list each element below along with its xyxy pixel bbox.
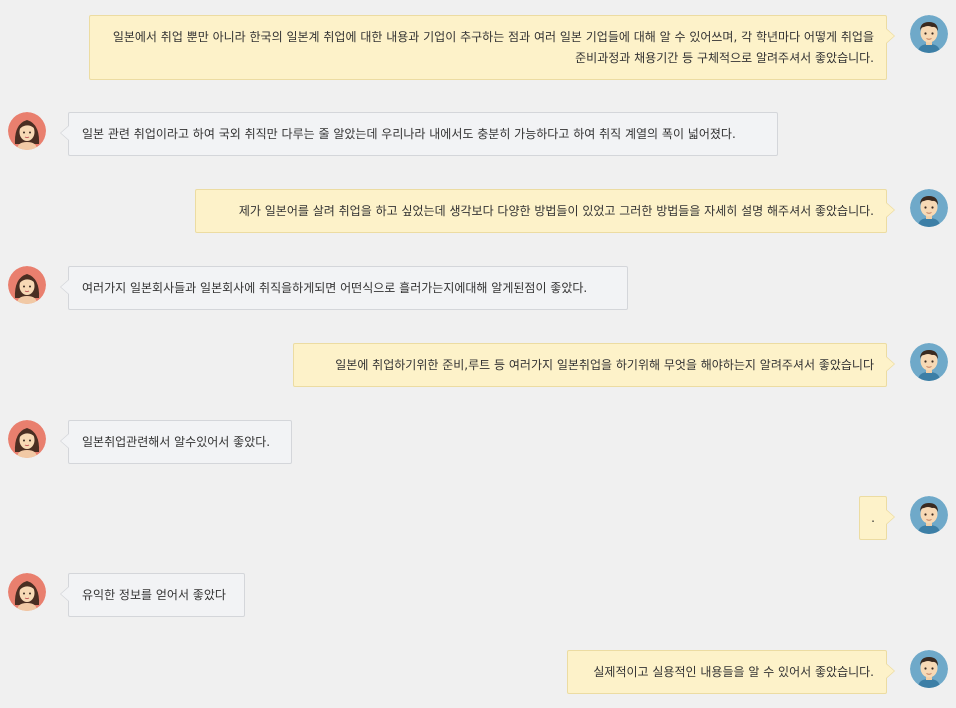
message-row-sent: 일본에서 취업 뿐만 아니라 한국의 일본계 취업에 대한 내용과 기업이 추구… bbox=[0, 15, 956, 80]
female-avatar-icon bbox=[8, 112, 46, 150]
female-avatar-icon bbox=[8, 420, 46, 458]
message-text: . bbox=[871, 511, 875, 525]
message-row-received: 일본 관련 취업이라고 하여 국외 취직만 다루는 줄 알았는데 우리나라 내에… bbox=[0, 112, 956, 156]
male-avatar-icon bbox=[910, 496, 948, 534]
message-row-sent: 실제적이고 실용적인 내용들을 알 수 있어서 좋았습니다. bbox=[0, 650, 956, 694]
message-bubble-received: 일본취업관련해서 알수있어서 좋았다. bbox=[60, 420, 292, 464]
message-text: 실제적이고 실용적인 내용들을 알 수 있어서 좋았습니다. bbox=[593, 665, 874, 679]
message-bubble-received: 여러가지 일본회사들과 일본회사에 취직을하게되면 어떤식으로 흘러가는지에대해… bbox=[60, 266, 628, 310]
message-text: 일본 관련 취업이라고 하여 국외 취직만 다루는 줄 알았는데 우리나라 내에… bbox=[82, 127, 736, 141]
female-avatar-icon bbox=[8, 266, 46, 304]
chat-thread: 일본에서 취업 뿐만 아니라 한국의 일본계 취업에 대한 내용과 기업이 추구… bbox=[0, 0, 956, 708]
message-text: 유익한 정보를 얻어서 좋았다 bbox=[82, 588, 226, 602]
message-text: 제가 일본어를 살려 취업을 하고 싶었는데 생각보다 다양한 방법들이 있었고… bbox=[238, 204, 874, 218]
message-bubble-received: 유익한 정보를 얻어서 좋았다 bbox=[60, 573, 245, 617]
message-text: 일본에 취업하기위한 준비,루트 등 여러가지 일본취업을 하기위해 무엇을 해… bbox=[335, 358, 874, 372]
message-text: 일본에서 취업 뿐만 아니라 한국의 일본계 취업에 대한 내용과 기업이 추구… bbox=[112, 30, 874, 65]
message-row-sent: . bbox=[0, 496, 956, 540]
message-row-sent: 일본에 취업하기위한 준비,루트 등 여러가지 일본취업을 하기위해 무엇을 해… bbox=[0, 343, 956, 387]
male-avatar-icon bbox=[910, 15, 948, 53]
message-text: 일본취업관련해서 알수있어서 좋았다. bbox=[82, 435, 271, 449]
message-text: 여러가지 일본회사들과 일본회사에 취직을하게되면 어떤식으로 흘러가는지에대해… bbox=[82, 281, 588, 295]
male-avatar-icon bbox=[910, 650, 948, 688]
message-bubble-received: 일본 관련 취업이라고 하여 국외 취직만 다루는 줄 알았는데 우리나라 내에… bbox=[60, 112, 778, 156]
message-bubble-sent: 일본에서 취업 뿐만 아니라 한국의 일본계 취업에 대한 내용과 기업이 추구… bbox=[89, 15, 895, 80]
message-bubble-sent: 일본에 취업하기위한 준비,루트 등 여러가지 일본취업을 하기위해 무엇을 해… bbox=[293, 343, 895, 387]
message-row-received: 일본취업관련해서 알수있어서 좋았다. bbox=[0, 420, 956, 464]
message-bubble-sent: 제가 일본어를 살려 취업을 하고 싶었는데 생각보다 다양한 방법들이 있었고… bbox=[195, 189, 895, 233]
message-row-sent: 제가 일본어를 살려 취업을 하고 싶었는데 생각보다 다양한 방법들이 있었고… bbox=[0, 189, 956, 233]
male-avatar-icon bbox=[910, 189, 948, 227]
message-bubble-sent: 실제적이고 실용적인 내용들을 알 수 있어서 좋았습니다. bbox=[567, 650, 895, 694]
message-bubble-sent: . bbox=[859, 496, 895, 540]
message-row-received: 유익한 정보를 얻어서 좋았다 bbox=[0, 573, 956, 617]
male-avatar-icon bbox=[910, 343, 948, 381]
message-row-received: 여러가지 일본회사들과 일본회사에 취직을하게되면 어떤식으로 흘러가는지에대해… bbox=[0, 266, 956, 310]
female-avatar-icon bbox=[8, 573, 46, 611]
